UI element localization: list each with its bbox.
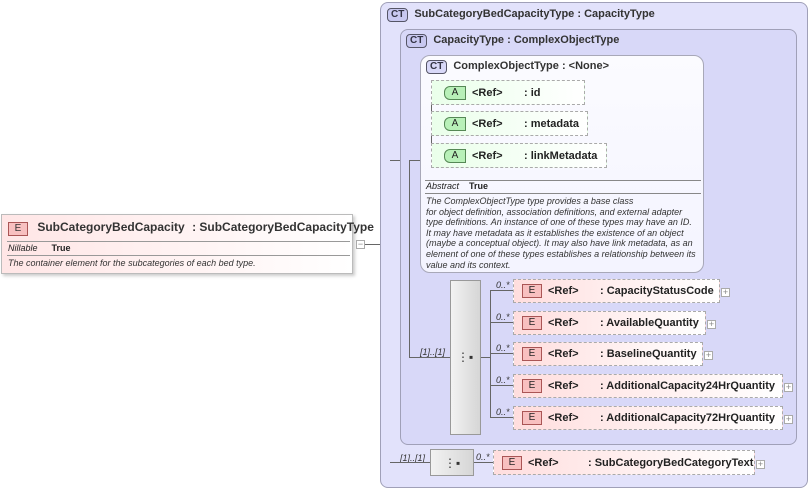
element-badge: E bbox=[522, 379, 542, 393]
base-type-description: The ComplexObjectType type provides a ba… bbox=[426, 196, 696, 270]
abstract-value: True bbox=[469, 181, 489, 191]
sequence-icon: ⋮▪ bbox=[444, 456, 461, 470]
element-name: : AdditionalCapacity72HrQuantity bbox=[600, 412, 776, 424]
type-name: SubCategoryBedCapacityType bbox=[414, 8, 575, 20]
abstract-label: Abstract bbox=[426, 181, 460, 191]
element-additionalcapacity72hrquantity[interactable]: E <Ref> : AdditionalCapacity72HrQuantity bbox=[513, 406, 783, 430]
element-capacitystatuscode[interactable]: E <Ref> : CapacityStatusCode bbox=[513, 279, 720, 303]
sequence-multiplicity: [1]..[1] bbox=[420, 347, 446, 357]
attribute-name: : metadata bbox=[524, 117, 580, 130]
collapse-toggle[interactable]: − bbox=[356, 240, 365, 249]
element-badge: E bbox=[522, 411, 542, 425]
type-base: : CapacityType bbox=[577, 8, 655, 20]
element-name: : CapacityStatusCode bbox=[600, 285, 714, 297]
attribute-linkmetadata[interactable]: A <Ref> : linkMetadata bbox=[431, 143, 607, 168]
element-ref: <Ref> bbox=[528, 456, 559, 469]
attribute-id[interactable]: A <Ref> : id bbox=[431, 80, 585, 105]
complex-type-badge: CT bbox=[406, 34, 428, 48]
element-ref: <Ref> bbox=[548, 285, 579, 297]
complex-type-badge: CT bbox=[387, 8, 409, 22]
attribute-ref: <Ref> bbox=[472, 117, 503, 130]
element-ref: <Ref> bbox=[548, 412, 579, 424]
element-ref: <Ref> bbox=[548, 317, 579, 329]
attribute-badge: A bbox=[444, 116, 466, 131]
expand-toggle[interactable]: + bbox=[784, 383, 793, 392]
element-name: : BaselineQuantity bbox=[600, 348, 697, 360]
expand-toggle[interactable]: + bbox=[704, 351, 713, 360]
nillable-label: Nillable bbox=[8, 243, 38, 253]
element-additionalcapacity24hrquantity[interactable]: E <Ref> : AdditionalCapacity24HrQuantity bbox=[513, 374, 783, 398]
expand-toggle[interactable]: + bbox=[707, 320, 716, 329]
element-multiplicity: 0..* bbox=[496, 343, 510, 353]
element-availablequantity[interactable]: E <Ref> : AvailableQuantity bbox=[513, 311, 706, 335]
root-description: The container element for the subcategor… bbox=[8, 258, 256, 268]
attribute-metadata[interactable]: A <Ref> : metadata bbox=[431, 111, 588, 136]
attribute-name: : linkMetadata bbox=[524, 149, 598, 162]
element-ref: <Ref> bbox=[548, 380, 579, 392]
element-name: : AdditionalCapacity24HrQuantity bbox=[600, 380, 776, 392]
element-badge: E bbox=[8, 222, 28, 236]
sequence-compositor[interactable]: ⋮▪ bbox=[430, 449, 474, 476]
attribute-ref: <Ref> bbox=[472, 149, 503, 162]
element-multiplicity: 0..* bbox=[496, 407, 510, 417]
attribute-ref: <Ref> bbox=[472, 86, 503, 99]
expand-toggle[interactable]: + bbox=[784, 415, 793, 424]
sequence-compositor[interactable]: ⋮▪ bbox=[450, 280, 481, 435]
attribute-badge: A bbox=[444, 85, 466, 100]
element-multiplicity: 0..* bbox=[496, 312, 510, 322]
element-multiplicity: 0..* bbox=[496, 375, 510, 385]
type-base: : ComplexObjectType bbox=[507, 34, 620, 46]
root-element-type: : SubCategoryBedCapacityType bbox=[192, 220, 374, 234]
nillable-value: True bbox=[51, 243, 71, 253]
element-badge: E bbox=[522, 347, 542, 361]
type-name: CapacityType bbox=[433, 34, 505, 46]
element-baselinequantity[interactable]: E <Ref> : BaselineQuantity bbox=[513, 342, 703, 366]
element-badge: E bbox=[522, 284, 542, 298]
expand-toggle[interactable]: + bbox=[721, 288, 730, 297]
attribute-badge: A bbox=[444, 148, 466, 163]
root-element-name: SubCategoryBedCapacity bbox=[37, 220, 185, 234]
sequence-icon: ⋮▪ bbox=[457, 350, 474, 364]
element-name: : SubCategoryBedCategoryText bbox=[588, 456, 754, 469]
element-badge: E bbox=[502, 455, 522, 470]
element-ref: <Ref> bbox=[548, 348, 579, 360]
element-name: : AvailableQuantity bbox=[600, 317, 699, 329]
element-subcategorybedcategorytext[interactable]: E <Ref> : SubCategoryBedCategoryText bbox=[493, 450, 755, 475]
complex-type-badge: CT bbox=[426, 60, 448, 74]
element-multiplicity: 0..* bbox=[476, 452, 490, 462]
attribute-name: : id bbox=[524, 86, 541, 99]
element-multiplicity: 0..* bbox=[496, 280, 510, 290]
expand-toggle[interactable]: + bbox=[756, 460, 765, 469]
root-element[interactable]: E SubCategoryBedCapacity : SubCategoryBe… bbox=[1, 214, 374, 274]
type-base: : <None> bbox=[561, 60, 610, 72]
element-badge: E bbox=[522, 316, 542, 330]
type-name: ComplexObjectType bbox=[453, 60, 559, 72]
